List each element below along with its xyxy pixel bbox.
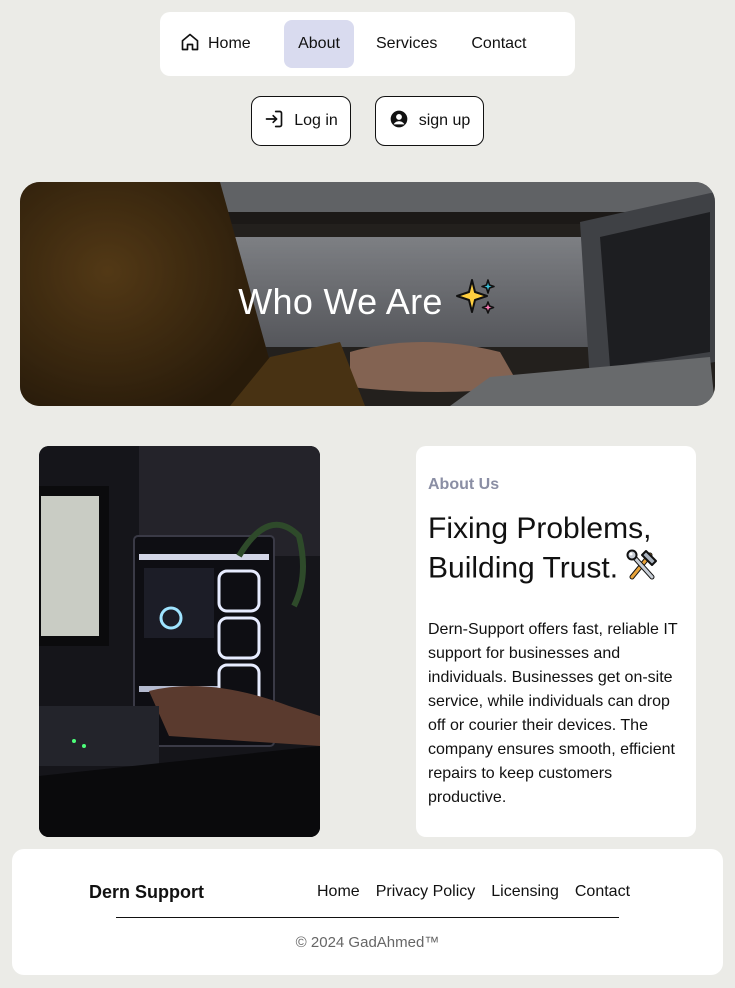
footer-copyright: © 2024 GadAhmed™ — [295, 934, 440, 951]
about-card: About Us Fixing Problems, Building Trust… — [416, 446, 696, 837]
top-nav: Home About Services Contact — [160, 12, 575, 76]
about-kicker: About Us — [428, 476, 500, 493]
about-body: Dern-Support offers fast, reliable IT su… — [428, 621, 678, 806]
hammer-and-wrench-icon — [624, 547, 660, 592]
nav-item-about[interactable]: About — [284, 20, 354, 68]
gaming-pc-photo — [39, 446, 320, 837]
footer-divider — [116, 917, 619, 918]
nav-item-home[interactable]: Home — [168, 20, 272, 68]
about-title-line2: Building Trust. — [428, 551, 619, 585]
sparkles-icon — [455, 276, 497, 327]
footer-link-contact[interactable]: Contact — [575, 883, 630, 901]
hero-title: Who We Are — [238, 280, 443, 322]
nav-item-label: Home — [208, 35, 251, 52]
about-title-line1: Fixing Problems, — [428, 512, 652, 545]
auth-buttons: Log in sign up — [0, 96, 735, 146]
footer-link-privacy-policy[interactable]: Privacy Policy — [376, 883, 476, 901]
signup-button[interactable]: sign up — [375, 96, 484, 146]
footer-link-licensing[interactable]: Licensing — [491, 883, 559, 901]
login-label: Log in — [294, 112, 338, 129]
nav-item-label: About — [298, 35, 340, 52]
pc-illustration — [39, 446, 320, 837]
home-icon — [180, 32, 200, 57]
user-circle-icon — [389, 109, 409, 134]
login-icon — [264, 109, 284, 134]
nav-item-label: Services — [376, 35, 438, 52]
nav-item-label: Contact — [471, 35, 527, 52]
hero-title-row: Who We Are — [20, 276, 715, 327]
nav-item-contact[interactable]: Contact — [459, 20, 538, 68]
hero-banner: Who We Are — [20, 182, 715, 406]
footer: Dern Support Home Privacy Policy Licensi… — [12, 849, 723, 975]
nav-item-services[interactable]: Services — [364, 20, 449, 68]
footer-links: Home Privacy Policy Licensing Contact — [317, 883, 630, 901]
footer-link-home[interactable]: Home — [317, 883, 360, 901]
login-button[interactable]: Log in — [251, 96, 351, 146]
about-title: Fixing Problems, Building Trust. — [428, 511, 684, 592]
signup-label: sign up — [418, 112, 471, 129]
footer-brand[interactable]: Dern Support — [89, 882, 204, 903]
